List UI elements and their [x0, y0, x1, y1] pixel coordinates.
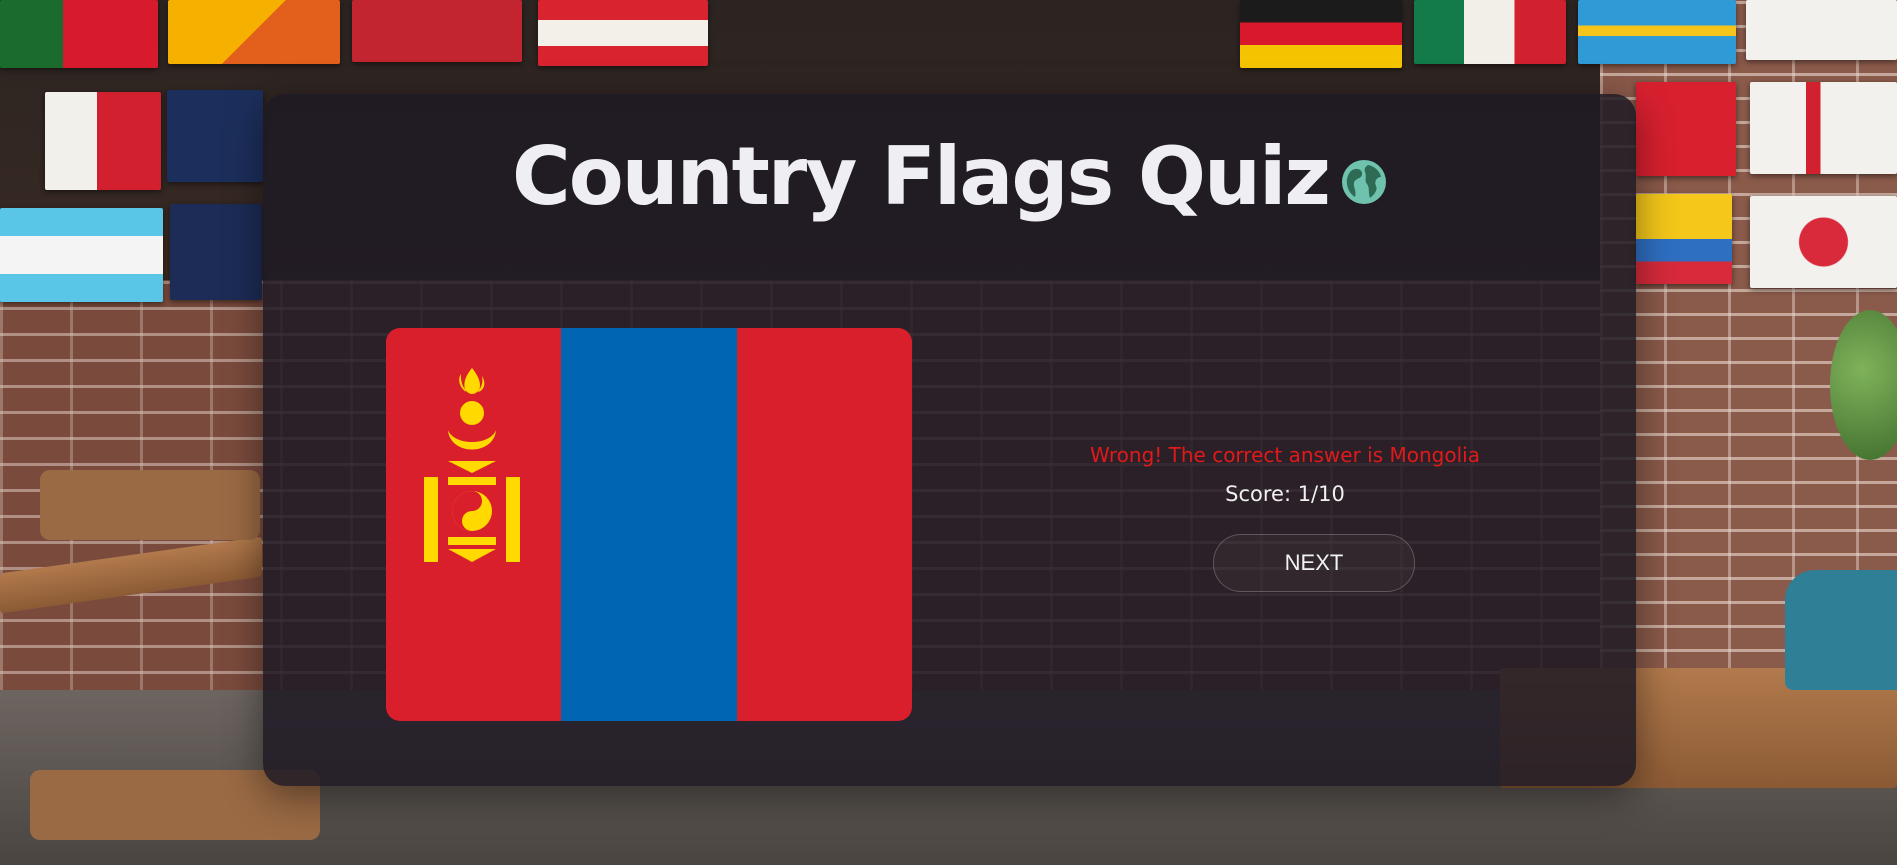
- flag-stripe-center: [561, 328, 737, 721]
- flag-stripe-right: [736, 328, 912, 721]
- background-flag-argentina: [0, 208, 163, 302]
- background-flag-norway: [170, 204, 262, 300]
- background-sofa: [1785, 570, 1897, 690]
- flag-stripe-left: [386, 328, 562, 721]
- title-row: Country Flags Quiz: [263, 130, 1636, 223]
- background-flag-mexico: [1414, 0, 1566, 64]
- background-flag-bhutan: [168, 0, 340, 64]
- background-flag-korea: [1746, 0, 1897, 60]
- flag-image: [386, 328, 912, 721]
- background-flag-italy: [45, 92, 161, 190]
- background-flag-sweden: [1578, 0, 1736, 64]
- background-flag-england: [1750, 82, 1897, 174]
- background-flag-australia: [167, 90, 263, 182]
- background-flag-portugal: [0, 0, 158, 68]
- background-flag-tunisia: [1636, 82, 1736, 176]
- background-flag-red: [352, 0, 522, 62]
- background-flag-germany: [1240, 0, 1402, 68]
- quiz-card: Country Flags Quiz Wrong! The correct an…: [263, 94, 1636, 786]
- background-flag-peru: [538, 0, 708, 66]
- background-chair-left: [40, 470, 260, 540]
- answer-feedback: Wrong! The correct answer is Mongolia: [1090, 443, 1480, 467]
- background-flag-japan: [1750, 196, 1897, 288]
- soyombo-emblem: [424, 368, 520, 562]
- globe-icon: [1342, 159, 1386, 204]
- quiz-title: Country Flags Quiz: [511, 130, 1331, 223]
- background-flag-colombia: [1636, 194, 1732, 284]
- next-button[interactable]: NEXT: [1213, 534, 1415, 592]
- score-display: Score: 1/10: [1225, 482, 1345, 506]
